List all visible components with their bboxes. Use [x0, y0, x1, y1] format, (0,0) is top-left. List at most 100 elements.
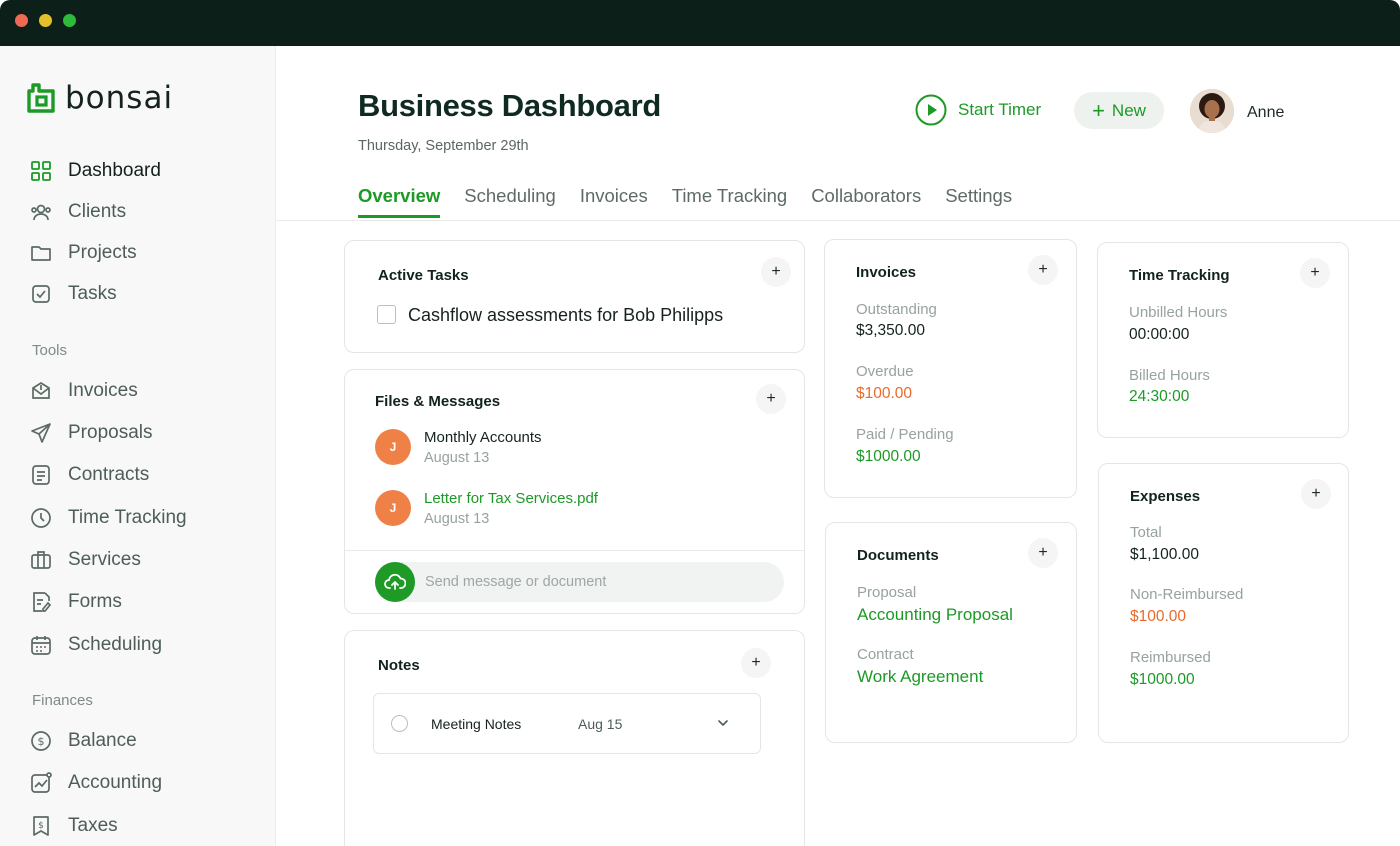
- add-invoice-button[interactable]: +: [1028, 255, 1058, 285]
- add-file-button[interactable]: +: [756, 384, 786, 414]
- card-title: Time Tracking: [1129, 267, 1230, 284]
- bonsai-logo-icon: [27, 83, 55, 113]
- outstanding-value: $3,350.00: [856, 322, 925, 339]
- sidebar-item-accounting[interactable]: Accounting: [30, 770, 162, 796]
- file-sender-avatar: J: [375, 490, 411, 526]
- file-date: August 13: [424, 450, 490, 466]
- send-icon: [31, 423, 51, 443]
- grid-icon: [31, 161, 51, 181]
- sidebar: bonsai Dashboard Clients Projects Tasks …: [0, 46, 276, 846]
- time-tracking-card: Time Tracking + Unbilled Hours 00:00:00 …: [1097, 242, 1349, 438]
- upload-button[interactable]: [375, 562, 415, 602]
- file-date: August 13: [424, 511, 490, 527]
- invoices-card: Invoices + Outstanding $3,350.00 Overdue…: [824, 239, 1077, 498]
- sidebar-item-label: Taxes: [68, 815, 118, 836]
- tools-section-label: Tools: [32, 342, 68, 359]
- note-date: Aug 15: [578, 716, 623, 732]
- dollar-circle-icon: $: [31, 731, 51, 751]
- sidebar-item-balance[interactable]: $ Balance: [30, 728, 137, 754]
- notes-card: Notes + Meeting Notes Aug 15: [344, 630, 805, 846]
- sidebar-item-projects[interactable]: Projects: [30, 240, 137, 266]
- active-tasks-card: Active Tasks + Cashflow assessments for …: [344, 240, 805, 353]
- new-button-label: New: [1111, 100, 1146, 120]
- sidebar-item-label: Forms: [68, 591, 122, 612]
- proposal-label: Proposal: [857, 584, 917, 601]
- avatar-image: [1190, 89, 1234, 133]
- sidebar-item-tasks[interactable]: Tasks: [30, 281, 117, 307]
- document-icon: [32, 465, 50, 485]
- play-icon: [915, 94, 947, 126]
- svg-text:$: $: [38, 735, 45, 748]
- add-time-entry-button[interactable]: +: [1300, 258, 1330, 288]
- calendar-icon: [31, 636, 51, 655]
- sidebar-item-time-tracking[interactable]: Time Tracking: [30, 505, 187, 531]
- message-input[interactable]: [375, 562, 784, 602]
- overdue-value: $100.00: [856, 385, 913, 402]
- card-title: Invoices: [856, 264, 917, 281]
- close-window-button[interactable]: [15, 14, 28, 27]
- add-task-button[interactable]: +: [761, 257, 791, 287]
- sidebar-item-label: Balance: [68, 730, 137, 751]
- chevron-down-icon[interactable]: [716, 716, 730, 730]
- sidebar-item-forms[interactable]: Forms: [30, 589, 122, 615]
- maximize-window-button[interactable]: [63, 14, 76, 27]
- sidebar-item-contracts[interactable]: Contracts: [30, 462, 149, 488]
- task-checkbox[interactable]: [377, 305, 396, 324]
- message-divider: [345, 550, 804, 551]
- files-messages-card: Files & Messages + J Monthly Accounts Au…: [344, 369, 805, 614]
- logo[interactable]: bonsai: [27, 80, 173, 116]
- folder-icon: [31, 246, 51, 261]
- card-title: Notes: [378, 657, 420, 674]
- finances-section-label: Finances: [32, 692, 93, 709]
- cloud-upload-icon: [384, 573, 406, 590]
- new-button[interactable]: + New: [1074, 92, 1164, 129]
- proposal-link[interactable]: Accounting Proposal: [857, 605, 1013, 625]
- sidebar-item-taxes[interactable]: $ Taxes: [30, 813, 118, 839]
- card-title: Expenses: [1130, 488, 1201, 505]
- minimize-window-button[interactable]: [39, 14, 52, 27]
- note-radio[interactable]: [391, 715, 408, 732]
- contract-link[interactable]: Work Agreement: [857, 667, 983, 687]
- contract-label: Contract: [857, 646, 914, 663]
- note-row[interactable]: Meeting Notes Aug 15: [373, 693, 761, 754]
- page-date: Thursday, September 29th: [358, 138, 529, 154]
- sidebar-item-dashboard[interactable]: Dashboard: [30, 158, 161, 184]
- sidebar-item-label: Projects: [68, 242, 137, 263]
- card-title: Documents: [857, 547, 939, 564]
- card-title: Files & Messages: [375, 393, 501, 410]
- page-title: Business Dashboard: [358, 88, 661, 123]
- tab-scheduling[interactable]: Scheduling: [464, 185, 556, 221]
- window-titlebar: [0, 0, 1400, 46]
- outstanding-label: Outstanding: [856, 301, 937, 318]
- user-avatar[interactable]: [1190, 89, 1234, 133]
- non-reimbursed-value: $100.00: [1130, 608, 1187, 625]
- sidebar-item-scheduling[interactable]: Scheduling: [30, 632, 162, 658]
- file-link[interactable]: Letter for Tax Services.pdf: [424, 490, 598, 507]
- sidebar-item-invoices[interactable]: Invoices: [30, 378, 138, 404]
- add-note-button[interactable]: +: [741, 648, 771, 678]
- file-name[interactable]: Monthly Accounts: [424, 429, 542, 446]
- billed-hours-value: 24:30:00: [1129, 388, 1190, 405]
- sidebar-item-services[interactable]: Services: [30, 547, 141, 573]
- start-timer-label: Start Timer: [958, 100, 1042, 119]
- tab-collaborators[interactable]: Collaborators: [811, 185, 921, 221]
- svg-text:$: $: [38, 821, 44, 831]
- sidebar-item-proposals[interactable]: Proposals: [30, 420, 153, 446]
- dashboard-tabs: Overview Scheduling Invoices Time Tracki…: [358, 185, 1036, 221]
- task-text: Cashflow assessments for Bob Philipps: [408, 305, 724, 325]
- tab-time-tracking[interactable]: Time Tracking: [672, 185, 787, 221]
- add-expense-button[interactable]: +: [1301, 479, 1331, 509]
- start-timer-button[interactable]: Start Timer: [915, 94, 1041, 126]
- note-title: Meeting Notes: [431, 716, 522, 732]
- sidebar-item-label: Time Tracking: [68, 507, 187, 528]
- card-title: Active Tasks: [378, 267, 469, 284]
- sidebar-item-clients[interactable]: Clients: [30, 199, 126, 225]
- tab-settings[interactable]: Settings: [945, 185, 1012, 221]
- file-sender-avatar: J: [375, 429, 411, 465]
- clock-icon: [31, 508, 51, 528]
- briefcase-icon: [31, 551, 51, 569]
- tab-overview[interactable]: Overview: [358, 185, 441, 221]
- sidebar-item-label: Invoices: [68, 380, 138, 401]
- add-document-button[interactable]: +: [1028, 538, 1058, 568]
- tab-invoices[interactable]: Invoices: [580, 185, 648, 221]
